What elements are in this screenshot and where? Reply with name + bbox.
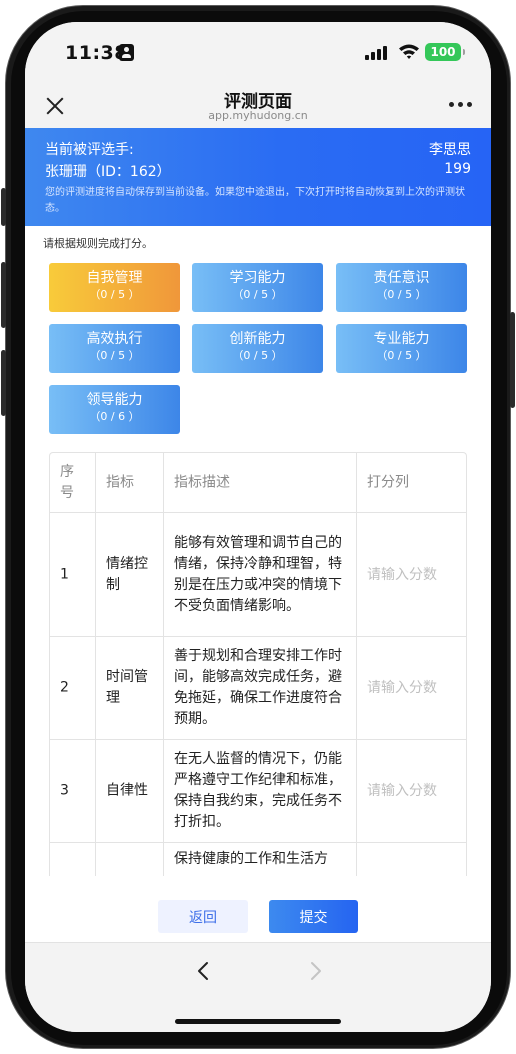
row-description: 保持健康的工作和生活方 xyxy=(164,843,357,876)
wifi-icon xyxy=(399,44,419,59)
score-input[interactable] xyxy=(367,563,466,586)
chevron-left-icon[interactable] xyxy=(192,959,216,983)
row-indicator: 情绪控制 xyxy=(96,513,164,636)
home-indicator xyxy=(175,1019,341,1024)
row-indicator: 自律性 xyxy=(96,740,164,842)
battery-level: 100 xyxy=(430,45,456,59)
table-row: 1 情绪控制 能够有效管理和调节自己的情绪，保持冷静和理智，特别是在压力或冲突的… xyxy=(50,513,466,637)
table-row: 3 自律性 在无人监督的情况下，仍能严格遵守工作纪律和标准，保持自我约束，完成任… xyxy=(50,740,466,843)
category-self-management[interactable]: 自我管理 （0 / 5 ） xyxy=(49,263,180,312)
category-score: （0 / 5 ） xyxy=(232,349,283,362)
category-name: 领导能力 xyxy=(86,392,143,408)
category-execution[interactable]: 高效执行 （0 / 5 ） xyxy=(49,324,180,373)
progress-note: 您的评测进度将自动保存到当前设备。如果您中途退出，下次打开时将自动恢复到上次的评… xyxy=(45,187,465,214)
candidate-label: 当前被评选手: xyxy=(45,142,134,158)
action-bar: 返回 提交 xyxy=(25,876,491,942)
power-button xyxy=(510,312,515,408)
candidate-name: 张珊珊（ID：162） xyxy=(45,164,171,180)
person-badge-icon xyxy=(119,44,134,61)
battery-icon: 100 xyxy=(425,43,465,61)
category-name: 创新能力 xyxy=(229,331,286,347)
header-description: 指标描述 xyxy=(164,453,357,512)
scoring-hint: 请根据规则完成打分。 xyxy=(43,237,153,250)
row-score-cell xyxy=(357,513,466,636)
judge-name: 李思思 xyxy=(429,142,471,158)
header-no: 序号 xyxy=(50,453,96,512)
row-no: 3 xyxy=(50,740,96,842)
category-professional[interactable]: 专业能力 （0 / 5 ） xyxy=(336,324,467,373)
row-score-cell xyxy=(357,637,466,739)
action-button xyxy=(1,188,6,226)
row-description: 能够有效管理和调节自己的情绪，保持冷静和理智，特别是在压力或冲突的情境下不受负面… xyxy=(164,513,357,636)
browser-header: 评测页面 app.myhudong.cn xyxy=(25,82,491,128)
phone-screen: 11:38 100 评测页面 app.myhudong.cn 当前被评选手: 张… xyxy=(25,22,491,1032)
row-description: 在无人监督的情况下，仍能严格遵守工作纪律和标准，保持自我约束，完成任务不打折扣。 xyxy=(164,740,357,842)
category-name: 高效执行 xyxy=(86,331,143,347)
category-name: 学习能力 xyxy=(229,270,286,286)
row-description: 善于规划和合理安排工作时间，能够高效完成任务，避免拖延，确保工作进度符合预期。 xyxy=(164,637,357,739)
candidate-banner: 当前被评选手: 张珊珊（ID：162） 李思思 199 您的评测进度将自动保存到… xyxy=(25,128,491,226)
judge-count: 199 xyxy=(444,161,471,177)
page-url: app.myhudong.cn xyxy=(208,109,308,122)
category-score: （0 / 5 ） xyxy=(232,288,283,301)
scoring-table: 序号 指标 指标描述 打分列 1 情绪控制 能够有效管理和调节自己的情绪，保持冷… xyxy=(49,452,467,876)
row-indicator: 时间管理 xyxy=(96,637,164,739)
category-leadership[interactable]: 领导能力 （0 / 6 ） xyxy=(49,385,180,434)
category-responsibility[interactable]: 责任意识 （0 / 5 ） xyxy=(336,263,467,312)
category-score: （0 / 5 ） xyxy=(89,288,140,301)
category-score: （0 / 6 ） xyxy=(89,410,140,423)
volume-up-button xyxy=(1,262,6,328)
browser-toolbar xyxy=(25,942,491,1032)
category-score: （0 / 5 ） xyxy=(89,349,140,362)
row-no: 2 xyxy=(50,637,96,739)
category-score: （0 / 5 ） xyxy=(376,288,427,301)
row-indicator xyxy=(96,843,164,876)
chevron-right-icon[interactable] xyxy=(303,959,327,983)
category-learning[interactable]: 学习能力 （0 / 5 ） xyxy=(192,263,323,312)
row-score-cell xyxy=(357,740,466,842)
category-name: 专业能力 xyxy=(373,331,430,347)
volume-down-button xyxy=(1,350,6,416)
score-input[interactable] xyxy=(367,780,466,802)
back-button[interactable]: 返回 xyxy=(158,900,248,933)
category-name: 自我管理 xyxy=(86,270,143,286)
category-name: 责任意识 xyxy=(373,270,430,286)
score-input[interactable] xyxy=(367,677,466,699)
more-dots-icon[interactable] xyxy=(449,101,473,109)
cellular-signal-icon xyxy=(365,46,389,60)
category-score: （0 / 5 ） xyxy=(376,349,427,362)
table-header-row: 序号 指标 指标描述 打分列 xyxy=(50,453,466,513)
category-innovation[interactable]: 创新能力 （0 / 5 ） xyxy=(192,324,323,373)
table-row: 保持健康的工作和生活方 xyxy=(50,843,466,876)
submit-button[interactable]: 提交 xyxy=(269,900,358,933)
row-score-cell xyxy=(357,843,466,876)
status-bar: 11:38 100 xyxy=(25,22,491,82)
header-score: 打分列 xyxy=(367,474,409,490)
header-indicator: 指标 xyxy=(96,453,164,512)
row-no: 1 xyxy=(50,513,96,636)
table-row: 2 时间管理 善于规划和合理安排工作时间，能够高效完成任务，避免拖延，确保工作进… xyxy=(50,637,466,740)
row-no xyxy=(50,843,96,876)
